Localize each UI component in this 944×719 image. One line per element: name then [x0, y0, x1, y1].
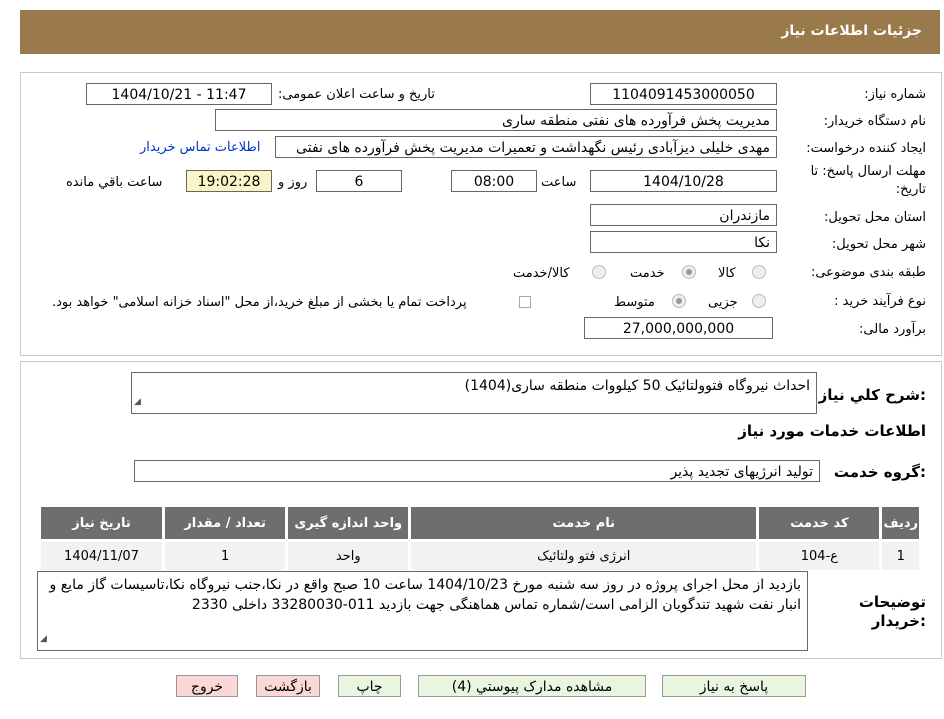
- description-label: شرح کلي نیاز:: [818, 386, 926, 404]
- page-header: جزئیات اطلاعات نیاز: [20, 10, 940, 54]
- services-table: ردیف کد خدمت نام خدمت واحد اندازه گیری ت…: [37, 504, 922, 573]
- services-section-title: اطلاعات خدمات مورد نیاز: [738, 422, 926, 440]
- city-field: نکا: [590, 231, 777, 253]
- print-button[interactable]: چاپ: [338, 675, 401, 697]
- announce-datetime-field: 1404/10/21 - 11:47: [86, 83, 272, 105]
- requester-label: ایجاد کننده درخواست:: [806, 141, 926, 156]
- reply-button[interactable]: پاسخ به نیاز: [662, 675, 806, 697]
- buyer-org-label: نام دستگاه خریدار:: [823, 114, 926, 129]
- budget-label: برآورد مالی:: [859, 322, 926, 337]
- cell-unit: واحد: [285, 539, 412, 573]
- requester-field: مهدی خلیلی دیزآبادی رئیس نگهداشت و تعمیر…: [275, 136, 777, 158]
- process-option-minor: جزیی: [708, 295, 738, 310]
- col-quantity: تعداد / مقدار: [162, 504, 289, 542]
- cell-service-name: انرژی فتو ولتائیک: [408, 539, 760, 573]
- table-header-row: ردیف کد خدمت نام خدمت واحد اندازه گیری ت…: [37, 504, 922, 542]
- treasury-payment-checkbox[interactable]: [519, 296, 531, 308]
- buyer-notes-textarea[interactable]: بازدید از محل اجرای پروژه در روز سه شنبه…: [37, 571, 808, 651]
- remaining-time-label: ساعت باقي مانده: [66, 175, 163, 190]
- exit-button[interactable]: خروج: [176, 675, 238, 697]
- deadline-time-field: 08:00: [451, 170, 537, 192]
- cell-quantity: 1: [162, 539, 289, 573]
- city-label: شهر محل تحویل:: [831, 237, 926, 252]
- category-option-goods-service: کالا/خدمت: [513, 266, 570, 281]
- announce-datetime-label: تاریخ و ساعت اعلان عمومی:: [278, 87, 435, 102]
- days-label: روز و: [278, 175, 308, 190]
- need-number-label: شماره نیاز:: [864, 87, 926, 102]
- category-radio-goods-service[interactable]: [592, 265, 606, 279]
- need-number-field: 1104091453000050: [590, 83, 777, 105]
- process-label: نوع فرآیند خرید :: [834, 294, 926, 309]
- cell-service-code: ع-104: [756, 539, 883, 573]
- page-title: جزئیات اطلاعات نیاز: [781, 23, 922, 39]
- cell-need-date: 1404/11/07: [37, 539, 166, 573]
- col-unit: واحد اندازه گیری: [285, 504, 412, 542]
- deadline-label: مهلت ارسال پاسخ: تا: [810, 164, 926, 179]
- col-need-date: تاریخ نیاز: [37, 504, 166, 542]
- cell-row-number: 1: [879, 539, 922, 573]
- budget-field: 27,000,000,000: [584, 317, 773, 339]
- buyer-notes-text: بازدید از محل اجرای پروژه در روز سه شنبه…: [49, 577, 801, 613]
- remaining-time-field: 19:02:28: [186, 170, 272, 192]
- buyer-org-field: مدیریت پخش فرآورده های نفتی منطقه ساری: [215, 109, 777, 131]
- col-service-code: کد خدمت: [756, 504, 883, 542]
- province-label: استان محل تحویل:: [824, 210, 926, 225]
- buyer-notes-label-line2: خریدار:: [871, 612, 926, 630]
- table-row: 1 ع-104 انرژی فتو ولتائیک واحد 1 1404/11…: [37, 539, 922, 573]
- description-textarea[interactable]: احداث نیروگاه فتوولتائیک 50 کیلووات منطق…: [131, 372, 817, 414]
- category-label: طبقه بندی موضوعی:: [810, 265, 926, 280]
- days-field: 6: [316, 170, 402, 192]
- resize-grip-icon[interactable]: ◢: [40, 629, 47, 649]
- resize-grip-icon[interactable]: ◢: [134, 392, 141, 412]
- process-radio-minor[interactable]: [752, 294, 766, 308]
- category-option-service: خدمت: [630, 266, 665, 281]
- col-service-name: نام خدمت: [408, 504, 760, 542]
- service-group-label: گروه خدمت:: [833, 463, 926, 481]
- province-field: مازندران: [590, 204, 777, 226]
- category-option-goods: کالا: [718, 266, 736, 281]
- process-option-medium: متوسط: [614, 295, 655, 310]
- process-radio-medium[interactable]: [672, 294, 686, 308]
- service-group-field: تولید انرژیهای تجدید پذیر: [134, 460, 820, 482]
- deadline-date-field: 1404/10/28: [590, 170, 777, 192]
- category-radio-goods[interactable]: [752, 265, 766, 279]
- description-text: احداث نیروگاه فتوولتائیک 50 کیلووات منطق…: [464, 378, 810, 394]
- back-button[interactable]: بازگشت: [256, 675, 320, 697]
- category-radio-service[interactable]: [682, 265, 696, 279]
- deadline-time-label: ساعت: [541, 175, 577, 190]
- view-attachments-button[interactable]: مشاهده مدارک پیوستي (4): [418, 675, 646, 697]
- buyer-contact-link[interactable]: اطلاعات تماس خریدار: [140, 140, 260, 155]
- treasury-payment-note: پرداخت تمام یا بخشی از مبلغ خرید،از محل …: [52, 295, 467, 310]
- buyer-notes-label: توضیحات: [858, 593, 926, 611]
- col-row-number: ردیف: [879, 504, 922, 542]
- deadline-label-line2: تاریخ:: [895, 182, 926, 197]
